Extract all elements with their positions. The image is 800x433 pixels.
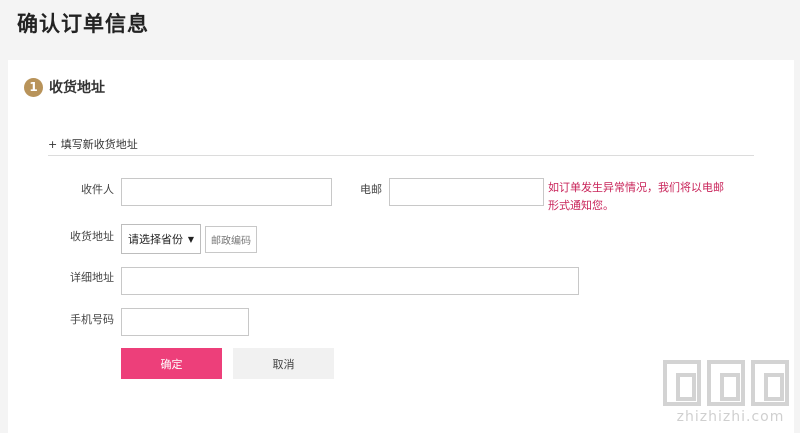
watermark-glyph xyxy=(663,360,701,406)
watermark-glyphs xyxy=(663,360,798,406)
phone-label: 手机号码 xyxy=(70,313,114,326)
detail-address-input[interactable] xyxy=(121,267,579,295)
watermark-glyph xyxy=(707,360,745,406)
page-title: 确认订单信息 xyxy=(17,12,149,36)
dropdown-arrow-icon: ▼ xyxy=(187,234,194,244)
region-label: 收货地址 xyxy=(70,230,114,243)
cancel-button[interactable]: 取消 xyxy=(233,348,334,379)
section-header: 1 收货地址 xyxy=(24,77,105,97)
province-select[interactable]: 请选择省份 ▼ xyxy=(121,224,201,254)
postcode-field[interactable]: 邮政编码 xyxy=(205,226,257,253)
divider xyxy=(48,155,754,156)
watermark-logo: zhizhizhi.com xyxy=(663,360,798,430)
add-new-address-link[interactable]: + 填写新收货地址 xyxy=(48,136,138,152)
watermark-glyph xyxy=(751,360,789,406)
receiver-label: 收件人 xyxy=(81,183,114,196)
step-number-badge: 1 xyxy=(24,77,43,97)
phone-input[interactable] xyxy=(121,308,249,336)
email-input[interactable] xyxy=(389,178,544,206)
province-select-value: 请选择省份 xyxy=(128,233,183,246)
detail-address-label: 详细地址 xyxy=(70,271,114,284)
email-hint-text: 如订单发生异常情况，我们将以电邮形式通知您。 xyxy=(548,181,724,212)
confirm-button[interactable]: 确定 xyxy=(121,348,222,379)
email-label: 电邮 xyxy=(360,183,382,196)
watermark-text: zhizhizhi.com xyxy=(676,409,785,425)
receiver-input[interactable] xyxy=(121,178,332,206)
section-title: 收货地址 xyxy=(49,80,105,96)
